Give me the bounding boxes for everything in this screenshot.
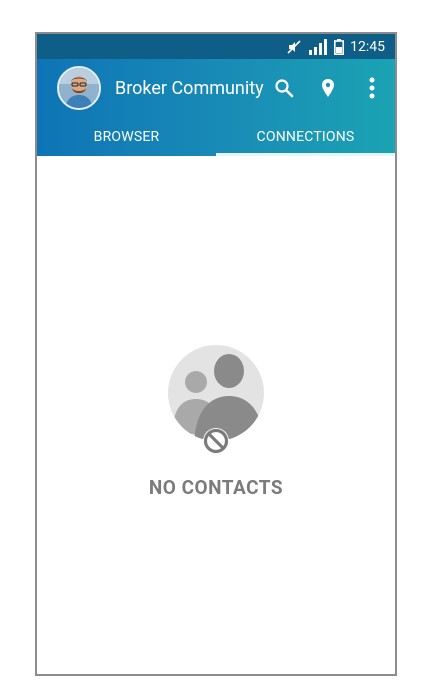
avatar-photo [59, 68, 99, 108]
search-icon[interactable] [271, 75, 297, 101]
toolbar-actions [271, 75, 385, 101]
avatar[interactable] [57, 66, 101, 110]
no-contacts-icon [167, 344, 265, 460]
empty-state-label: NO CONTACTS [148, 476, 284, 499]
phone-frame: 12:45 Broker Community BROWSER CONNECTIO… [35, 32, 397, 676]
mute-icon [286, 39, 302, 55]
battery-icon [334, 38, 345, 55]
empty-state: NO CONTACTS [37, 344, 395, 499]
overflow-menu-icon[interactable] [359, 75, 385, 101]
location-pin-icon[interactable] [315, 75, 341, 101]
app-title: Broker Community [115, 77, 264, 99]
toolbar: Broker Community [37, 59, 395, 117]
tab-browser[interactable]: BROWSER [37, 117, 216, 156]
status-time: 12:45 [350, 38, 385, 55]
signal-icon [308, 38, 328, 55]
tab-connections[interactable]: CONNECTIONS [216, 117, 395, 156]
tab-bar: BROWSER CONNECTIONS [37, 117, 395, 156]
status-bar: 12:45 [37, 34, 395, 59]
app-bar: Broker Community BROWSER CONNECTIONS [37, 59, 395, 156]
